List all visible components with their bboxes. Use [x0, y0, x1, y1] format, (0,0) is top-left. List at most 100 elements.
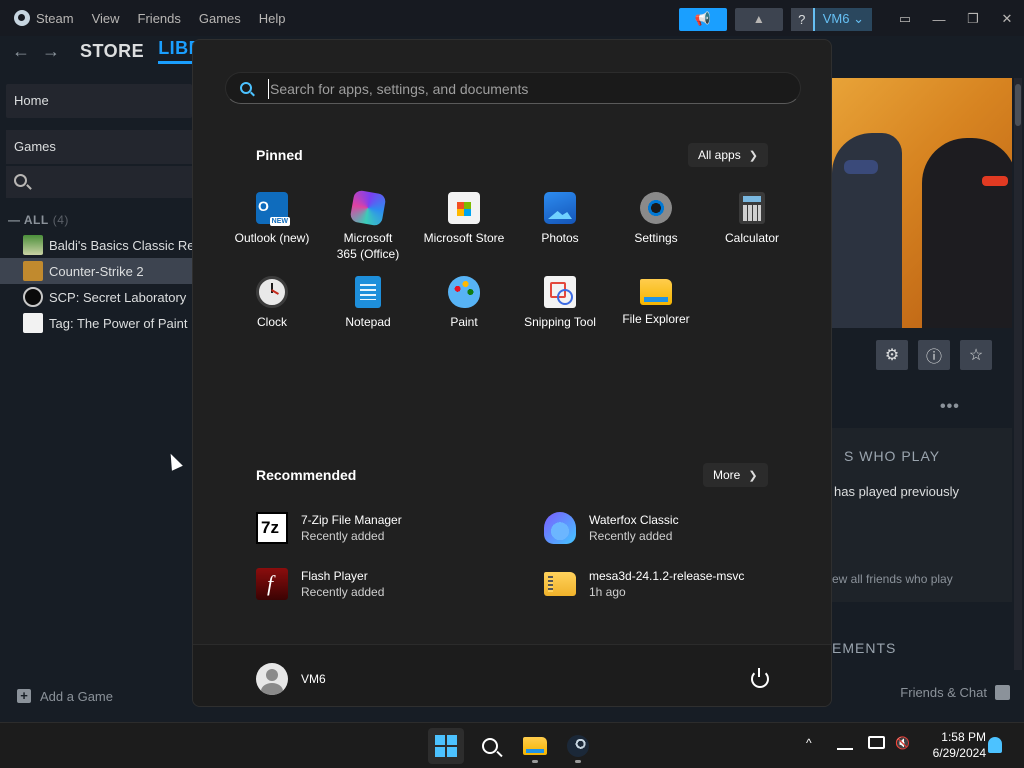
- game-title: Tag: The Power of Paint: [49, 315, 188, 331]
- minimize-icon[interactable]: —: [922, 12, 956, 27]
- snipping-tool-icon: [544, 276, 576, 308]
- recommended-item-mesa3d[interactable]: mesa3d-24.1.2-release-msvc 1h ago: [544, 564, 804, 604]
- more-options-icon[interactable]: •••: [940, 398, 960, 416]
- all-games-header[interactable]: — ALL (4): [8, 213, 69, 227]
- menu-steam[interactable]: Steam: [36, 11, 74, 26]
- steam-menubar: Steam View Friends Games Help 📢 ▲ ? VM6 …: [0, 0, 1024, 36]
- menu-help[interactable]: Help: [259, 11, 286, 26]
- app-label: Notepad: [345, 315, 391, 329]
- chevron-right-icon: ❯: [748, 149, 758, 162]
- search-icon: [240, 82, 252, 94]
- announcements-button[interactable]: 📢: [678, 7, 727, 31]
- friends-chat-button[interactable]: Friends & Chat: [900, 685, 1010, 700]
- show-hidden-icons-chevron-icon[interactable]: ^: [806, 736, 812, 750]
- display-icon[interactable]: [868, 736, 885, 749]
- app-label: Calculator: [724, 231, 780, 245]
- pinned-title: Pinned: [256, 147, 303, 163]
- sidebar-games-dropdown[interactable]: Games: [6, 130, 192, 164]
- microsoft-365-icon: [349, 189, 387, 227]
- clock-icon: [256, 276, 288, 308]
- user-name[interactable]: VM6: [301, 672, 326, 686]
- pinned-app-calculator[interactable]: Calculator: [704, 192, 800, 246]
- chevron-right-icon: ❯: [748, 469, 758, 482]
- pinned-app-microsoft-365[interactable]: Microsoft 365 (Office): [320, 189, 416, 262]
- help-button[interactable]: ?: [790, 7, 813, 31]
- recommended-item-7zip[interactable]: 7-Zip File Manager Recently added: [256, 508, 516, 548]
- all-count: (4): [52, 213, 69, 227]
- running-indicator: [575, 760, 581, 763]
- running-indicator: [532, 760, 538, 763]
- game-settings-button[interactable]: ⚙: [876, 340, 908, 370]
- game-row-counter-strike-2[interactable]: Counter-Strike 2: [0, 258, 192, 284]
- pinned-app-paint[interactable]: Paint: [416, 276, 512, 330]
- friends-chat-label: Friends & Chat: [900, 685, 987, 700]
- pinned-app-snipping-tool[interactable]: Snipping Tool: [512, 276, 608, 330]
- notifications-button[interactable]: ▲: [734, 7, 783, 31]
- recommended-name: Waterfox Classic: [589, 513, 679, 527]
- network-icon[interactable]: [837, 736, 853, 750]
- pinned-app-notepad[interactable]: Notepad: [320, 276, 416, 330]
- taskbar-steam[interactable]: [560, 728, 596, 764]
- forward-arrow-icon[interactable]: →: [36, 41, 66, 62]
- volume-muted-icon[interactable]: 🔇: [895, 736, 910, 750]
- 7zip-icon: [256, 512, 288, 544]
- recommended-item-flash-player[interactable]: Flash Player Recently added: [256, 564, 516, 604]
- game-title: Baldi's Basics Classic Re: [49, 237, 192, 253]
- recommended-title: Recommended: [256, 467, 357, 483]
- start-search-box[interactable]: [225, 72, 801, 104]
- recommended-subtitle: Recently added: [589, 529, 673, 543]
- maximize-icon[interactable]: ❐: [956, 11, 990, 27]
- calculator-icon: [739, 192, 765, 224]
- more-button[interactable]: More ❯: [703, 463, 768, 487]
- plus-icon: +: [17, 689, 31, 703]
- game-row-scp[interactable]: SCP: Secret Laboratory: [0, 284, 192, 310]
- menu-friends[interactable]: Friends: [138, 11, 181, 26]
- start-menu-footer: VM6: [193, 644, 831, 706]
- pinned-app-microsoft-store[interactable]: Microsoft Store: [416, 192, 512, 246]
- back-arrow-icon[interactable]: ←: [6, 41, 36, 62]
- start-button[interactable]: [428, 728, 464, 764]
- more-label: More: [713, 468, 741, 482]
- hero-goggles: [982, 176, 1008, 186]
- collapse-icon: —: [8, 213, 24, 227]
- game-info-button[interactable]: ⓘ: [918, 340, 950, 370]
- menu-view[interactable]: View: [92, 11, 120, 26]
- start-search-input[interactable]: [268, 79, 788, 99]
- pinned-app-settings[interactable]: Settings: [608, 192, 704, 246]
- pinned-app-outlook[interactable]: Outlook (new): [224, 192, 320, 246]
- scrollbar-thumb[interactable]: [1015, 84, 1021, 126]
- sidebar-search[interactable]: [6, 166, 192, 198]
- pinned-app-clock[interactable]: Clock: [224, 276, 320, 330]
- tab-store[interactable]: STORE: [80, 41, 144, 62]
- app-label: Microsoft Store: [423, 231, 505, 245]
- all-apps-button[interactable]: All apps ❯: [688, 143, 768, 167]
- zip-folder-icon: [544, 572, 576, 596]
- account-menu-button[interactable]: VM6 ⌄: [812, 7, 872, 31]
- menu-games[interactable]: Games: [199, 11, 241, 26]
- recommended-item-waterfox[interactable]: Waterfox Classic Recently added: [544, 508, 804, 548]
- sidebar-home[interactable]: Home: [6, 84, 192, 118]
- pinned-app-photos[interactable]: Photos: [512, 192, 608, 246]
- taskbar-search-button[interactable]: [472, 728, 508, 764]
- clock-time: 1:58 PM: [941, 730, 986, 744]
- taskbar-file-explorer[interactable]: [517, 728, 553, 764]
- game-row-baldi[interactable]: Baldi's Basics Classic Re: [0, 232, 192, 258]
- user-avatar[interactable]: [256, 663, 288, 695]
- store-icon: [448, 192, 480, 224]
- power-icon[interactable]: [751, 668, 769, 688]
- notification-bell-icon[interactable]: [988, 737, 1002, 753]
- game-row-tag[interactable]: Tag: The Power of Paint: [0, 310, 192, 336]
- friends-who-play-panel: S WHO PLAY has played previously ew all …: [832, 428, 1012, 602]
- favorite-button[interactable]: ☆: [960, 340, 992, 370]
- page-scrollbar[interactable]: [1014, 78, 1022, 670]
- recommended-subtitle: Recently added: [301, 585, 385, 599]
- pinned-app-file-explorer[interactable]: File Explorer: [608, 276, 704, 327]
- view-all-friends-link[interactable]: ew all friends who play: [832, 572, 953, 586]
- big-picture-icon[interactable]: ▭: [888, 11, 922, 27]
- scp-game-icon: [23, 287, 43, 307]
- taskbar-clock[interactable]: 1:58 PM 6/29/2024: [920, 729, 986, 761]
- close-icon[interactable]: ✕: [990, 11, 1024, 27]
- add-game-button[interactable]: + Add a Game: [0, 684, 192, 708]
- outlook-icon: [256, 192, 290, 226]
- app-label: Paint: [450, 315, 478, 329]
